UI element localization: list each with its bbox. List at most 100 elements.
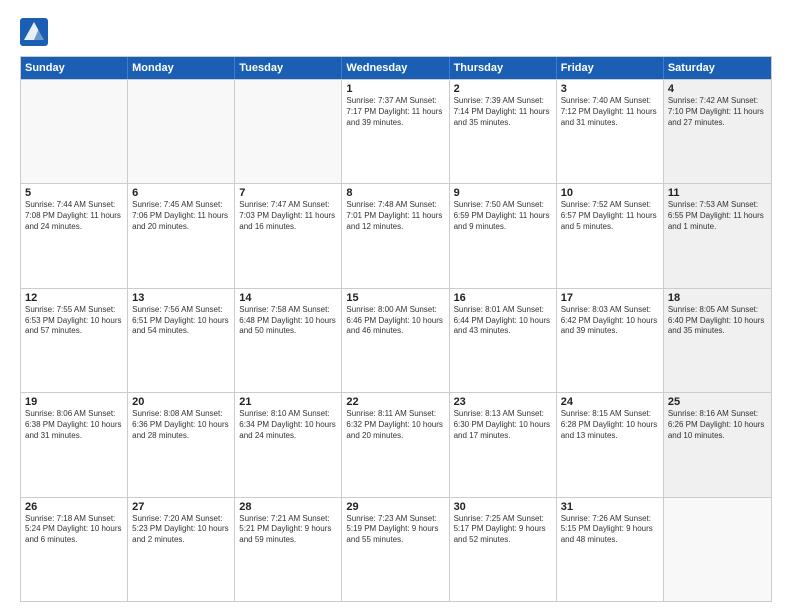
day-number: 13 [132,292,230,304]
day-number: 28 [239,501,337,513]
calendar-cell: 12Sunrise: 7:55 AM Sunset: 6:53 PM Dayli… [21,289,128,392]
day-header-thursday: Thursday [450,57,557,79]
calendar-cell: 8Sunrise: 7:48 AM Sunset: 7:01 PM Daylig… [342,184,449,287]
calendar-cell: 26Sunrise: 7:18 AM Sunset: 5:24 PM Dayli… [21,498,128,601]
day-number: 29 [346,501,444,513]
day-info: Sunrise: 8:06 AM Sunset: 6:38 PM Dayligh… [25,409,123,441]
day-info: Sunrise: 7:20 AM Sunset: 5:23 PM Dayligh… [132,514,230,546]
calendar-cell: 25Sunrise: 8:16 AM Sunset: 6:26 PM Dayli… [664,393,771,496]
day-header-sunday: Sunday [21,57,128,79]
calendar-cell: 27Sunrise: 7:20 AM Sunset: 5:23 PM Dayli… [128,498,235,601]
calendar-cell [235,80,342,183]
day-info: Sunrise: 7:39 AM Sunset: 7:14 PM Dayligh… [454,96,552,128]
calendar-week-4: 19Sunrise: 8:06 AM Sunset: 6:38 PM Dayli… [21,392,771,496]
calendar-body: 1Sunrise: 7:37 AM Sunset: 7:17 PM Daylig… [21,79,771,601]
day-info: Sunrise: 7:52 AM Sunset: 6:57 PM Dayligh… [561,200,659,232]
day-number: 26 [25,501,123,513]
day-info: Sunrise: 7:56 AM Sunset: 6:51 PM Dayligh… [132,305,230,337]
day-number: 23 [454,396,552,408]
day-number: 10 [561,187,659,199]
day-info: Sunrise: 7:44 AM Sunset: 7:08 PM Dayligh… [25,200,123,232]
day-info: Sunrise: 8:08 AM Sunset: 6:36 PM Dayligh… [132,409,230,441]
day-number: 30 [454,501,552,513]
day-number: 6 [132,187,230,199]
day-info: Sunrise: 7:42 AM Sunset: 7:10 PM Dayligh… [668,96,767,128]
day-info: Sunrise: 7:18 AM Sunset: 5:24 PM Dayligh… [25,514,123,546]
day-number: 5 [25,187,123,199]
day-info: Sunrise: 7:21 AM Sunset: 5:21 PM Dayligh… [239,514,337,546]
day-header-friday: Friday [557,57,664,79]
day-header-tuesday: Tuesday [235,57,342,79]
calendar-cell: 19Sunrise: 8:06 AM Sunset: 6:38 PM Dayli… [21,393,128,496]
day-number: 9 [454,187,552,199]
day-info: Sunrise: 7:48 AM Sunset: 7:01 PM Dayligh… [346,200,444,232]
calendar-cell: 7Sunrise: 7:47 AM Sunset: 7:03 PM Daylig… [235,184,342,287]
day-number: 12 [25,292,123,304]
day-info: Sunrise: 7:37 AM Sunset: 7:17 PM Dayligh… [346,96,444,128]
day-number: 3 [561,83,659,95]
calendar-cell: 9Sunrise: 7:50 AM Sunset: 6:59 PM Daylig… [450,184,557,287]
calendar-header: SundayMondayTuesdayWednesdayThursdayFrid… [21,57,771,79]
day-number: 21 [239,396,337,408]
day-info: Sunrise: 7:45 AM Sunset: 7:06 PM Dayligh… [132,200,230,232]
day-info: Sunrise: 7:58 AM Sunset: 6:48 PM Dayligh… [239,305,337,337]
day-number: 2 [454,83,552,95]
logo-icon [20,18,48,46]
day-number: 22 [346,396,444,408]
day-info: Sunrise: 8:05 AM Sunset: 6:40 PM Dayligh… [668,305,767,337]
day-header-wednesday: Wednesday [342,57,449,79]
day-info: Sunrise: 7:26 AM Sunset: 5:15 PM Dayligh… [561,514,659,546]
day-info: Sunrise: 8:03 AM Sunset: 6:42 PM Dayligh… [561,305,659,337]
day-number: 4 [668,83,767,95]
calendar-cell: 6Sunrise: 7:45 AM Sunset: 7:06 PM Daylig… [128,184,235,287]
day-number: 24 [561,396,659,408]
calendar-cell: 4Sunrise: 7:42 AM Sunset: 7:10 PM Daylig… [664,80,771,183]
calendar-cell [128,80,235,183]
day-info: Sunrise: 8:00 AM Sunset: 6:46 PM Dayligh… [346,305,444,337]
calendar-cell: 10Sunrise: 7:52 AM Sunset: 6:57 PM Dayli… [557,184,664,287]
calendar-cell: 13Sunrise: 7:56 AM Sunset: 6:51 PM Dayli… [128,289,235,392]
day-info: Sunrise: 8:10 AM Sunset: 6:34 PM Dayligh… [239,409,337,441]
day-info: Sunrise: 7:50 AM Sunset: 6:59 PM Dayligh… [454,200,552,232]
calendar-cell: 16Sunrise: 8:01 AM Sunset: 6:44 PM Dayli… [450,289,557,392]
calendar-cell: 20Sunrise: 8:08 AM Sunset: 6:36 PM Dayli… [128,393,235,496]
calendar-cell: 2Sunrise: 7:39 AM Sunset: 7:14 PM Daylig… [450,80,557,183]
day-number: 11 [668,187,767,199]
day-info: Sunrise: 8:15 AM Sunset: 6:28 PM Dayligh… [561,409,659,441]
calendar-cell: 24Sunrise: 8:15 AM Sunset: 6:28 PM Dayli… [557,393,664,496]
calendar-cell: 18Sunrise: 8:05 AM Sunset: 6:40 PM Dayli… [664,289,771,392]
day-number: 18 [668,292,767,304]
calendar-cell: 15Sunrise: 8:00 AM Sunset: 6:46 PM Dayli… [342,289,449,392]
calendar-cell: 11Sunrise: 7:53 AM Sunset: 6:55 PM Dayli… [664,184,771,287]
page-header [20,18,772,46]
day-info: Sunrise: 7:40 AM Sunset: 7:12 PM Dayligh… [561,96,659,128]
day-number: 7 [239,187,337,199]
calendar-cell [21,80,128,183]
day-number: 17 [561,292,659,304]
day-number: 1 [346,83,444,95]
calendar-week-2: 5Sunrise: 7:44 AM Sunset: 7:08 PM Daylig… [21,183,771,287]
calendar-cell: 28Sunrise: 7:21 AM Sunset: 5:21 PM Dayli… [235,498,342,601]
day-info: Sunrise: 7:55 AM Sunset: 6:53 PM Dayligh… [25,305,123,337]
day-info: Sunrise: 7:47 AM Sunset: 7:03 PM Dayligh… [239,200,337,232]
calendar-cell [664,498,771,601]
calendar-cell: 22Sunrise: 8:11 AM Sunset: 6:32 PM Dayli… [342,393,449,496]
calendar-week-3: 12Sunrise: 7:55 AM Sunset: 6:53 PM Dayli… [21,288,771,392]
day-header-monday: Monday [128,57,235,79]
day-number: 20 [132,396,230,408]
day-number: 27 [132,501,230,513]
calendar-week-1: 1Sunrise: 7:37 AM Sunset: 7:17 PM Daylig… [21,79,771,183]
calendar-cell: 21Sunrise: 8:10 AM Sunset: 6:34 PM Dayli… [235,393,342,496]
calendar-cell: 29Sunrise: 7:23 AM Sunset: 5:19 PM Dayli… [342,498,449,601]
calendar-cell: 30Sunrise: 7:25 AM Sunset: 5:17 PM Dayli… [450,498,557,601]
day-header-saturday: Saturday [664,57,771,79]
logo [20,18,52,46]
day-number: 19 [25,396,123,408]
calendar: SundayMondayTuesdayWednesdayThursdayFrid… [20,56,772,602]
day-number: 14 [239,292,337,304]
day-info: Sunrise: 8:11 AM Sunset: 6:32 PM Dayligh… [346,409,444,441]
day-info: Sunrise: 8:13 AM Sunset: 6:30 PM Dayligh… [454,409,552,441]
calendar-cell: 31Sunrise: 7:26 AM Sunset: 5:15 PM Dayli… [557,498,664,601]
day-info: Sunrise: 8:16 AM Sunset: 6:26 PM Dayligh… [668,409,767,441]
calendar-cell: 14Sunrise: 7:58 AM Sunset: 6:48 PM Dayli… [235,289,342,392]
